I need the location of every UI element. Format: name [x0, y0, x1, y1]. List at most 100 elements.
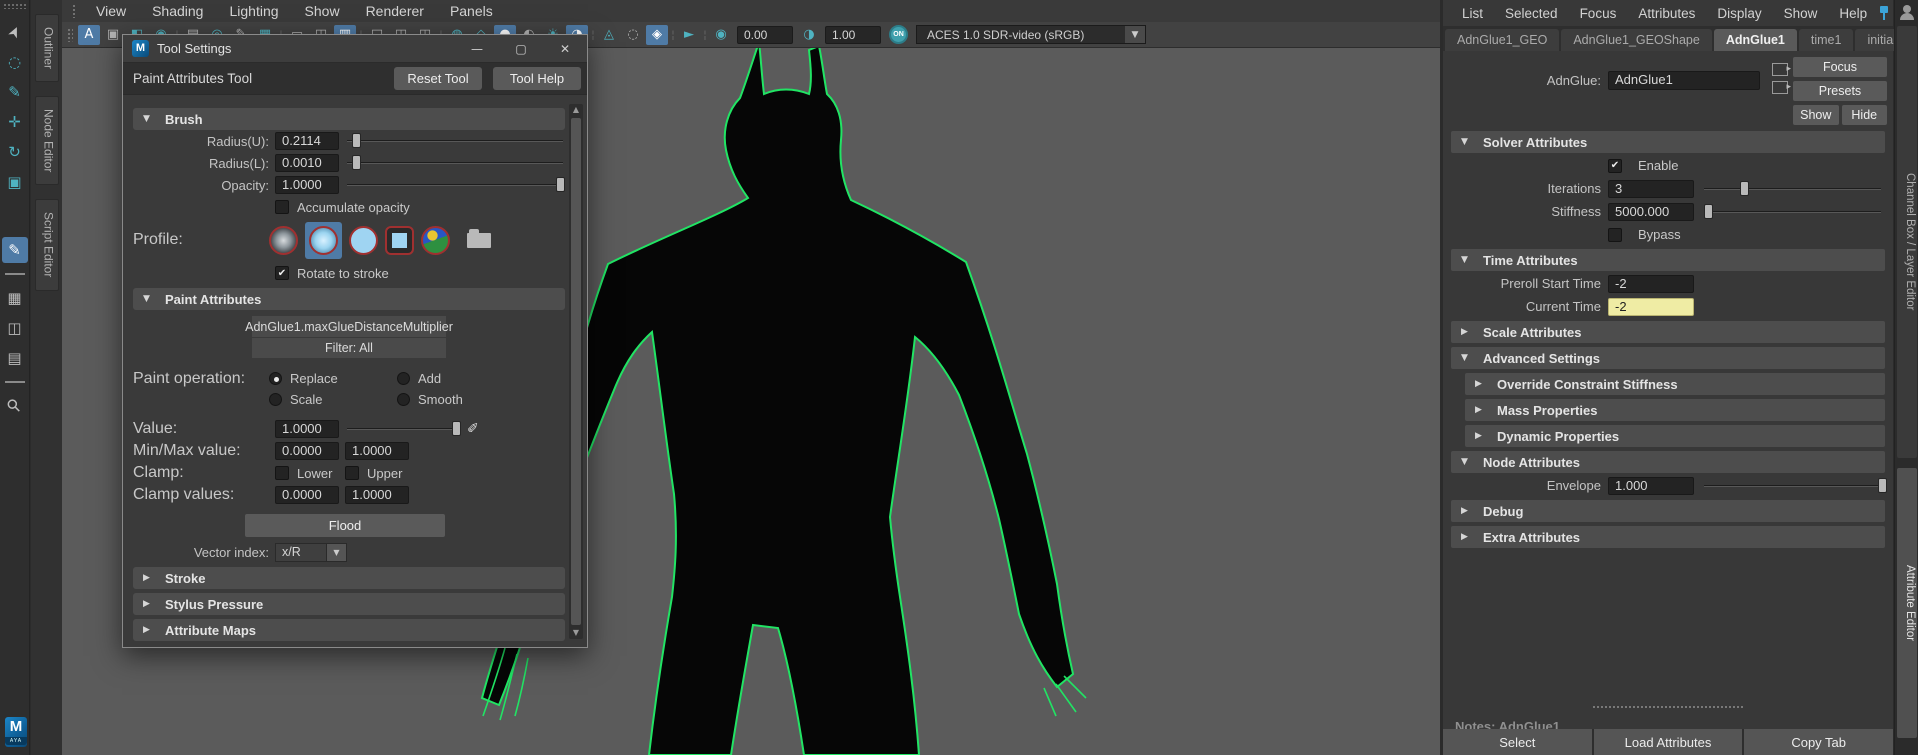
node-attributes-header[interactable]: ▼ Node Attributes: [1451, 451, 1885, 473]
close-button[interactable]: ✕: [543, 35, 587, 63]
preroll-start-time-field[interactable]: -2: [1608, 275, 1694, 293]
radius-l-slider[interactable]: [345, 154, 565, 172]
copy-tab-button[interactable]: Copy Tab: [1744, 729, 1893, 755]
toolbox-grip[interactable]: [3, 3, 27, 9]
panel-tab-node-editor[interactable]: Node Editor: [35, 96, 59, 185]
stiffness-field[interactable]: 5000.000: [1608, 203, 1694, 221]
paint-effects-icon[interactable]: ►: [678, 25, 700, 45]
select-button[interactable]: Select: [1443, 729, 1592, 755]
smooth-radio[interactable]: [397, 393, 410, 406]
radius-l-field[interactable]: 0.0010: [275, 154, 339, 172]
tab-adnglue1-geo[interactable]: AdnGlue1_GEO: [1445, 29, 1559, 51]
node-name-field[interactable]: AdnGlue1: [1608, 71, 1760, 90]
ae-menu-display[interactable]: Display: [1706, 6, 1772, 21]
opacity-field[interactable]: 1.0000: [275, 176, 339, 194]
scale-attributes-header[interactable]: ▶ Scale Attributes: [1451, 321, 1885, 343]
menu-renderer[interactable]: Renderer: [353, 3, 437, 19]
load-attributes-button[interactable]: Load Attributes: [1594, 729, 1743, 755]
ae-menu-selected[interactable]: Selected: [1494, 6, 1569, 21]
brush-section-header[interactable]: ▼ Brush: [133, 108, 565, 130]
hide-button[interactable]: Hide: [1842, 105, 1888, 125]
multisample-icon[interactable]: ◈: [646, 25, 668, 45]
layout-outliner-pane-icon[interactable]: ▤: [2, 345, 28, 371]
mass-properties-header[interactable]: ▶ Mass Properties: [1465, 399, 1885, 421]
override-constraint-stiffness-header[interactable]: ▶ Override Constraint Stiffness: [1465, 373, 1885, 395]
tool-settings-titlebar[interactable]: M Tool Settings — ▢ ✕: [123, 35, 587, 63]
lasso-select-tool-icon[interactable]: ◌: [2, 49, 28, 75]
replace-radio[interactable]: [269, 372, 282, 385]
paint-attribute-button[interactable]: AdnGlue1.maxGlueDistanceMultiplier: [252, 316, 446, 337]
menu-view[interactable]: View: [83, 3, 139, 19]
select-tool-icon[interactable]: ➤: [2, 19, 28, 45]
select-camera-icon[interactable]: A: [78, 25, 100, 45]
brush-profile-square-icon[interactable]: [385, 226, 414, 255]
gamma-icon[interactable]: ◑: [798, 25, 820, 45]
radius-u-slider[interactable]: [345, 132, 565, 150]
brush-profile-image-icon[interactable]: [421, 226, 450, 255]
clamp-max-field[interactable]: 1.0000: [345, 486, 409, 504]
menubar-grip[interactable]: [72, 4, 77, 18]
rotate-tool-icon[interactable]: ↻: [2, 139, 28, 165]
chevron-down-icon[interactable]: ▼: [327, 543, 347, 562]
flood-button[interactable]: Flood: [245, 514, 445, 537]
channel-box-tab[interactable]: Channel Box / Layer Editor: [1897, 26, 1917, 458]
opacity-slider[interactable]: [345, 176, 565, 194]
tool-help-button[interactable]: Tool Help: [493, 67, 581, 90]
pin-icon[interactable]: [1878, 5, 1879, 21]
value-field[interactable]: 1.0000: [275, 420, 339, 438]
shelf-grip[interactable]: [67, 28, 73, 42]
layout-four-pane-icon[interactable]: ▦: [2, 285, 28, 311]
reset-tool-button[interactable]: Reset Tool: [394, 67, 482, 90]
filter-button[interactable]: Filter: All: [252, 337, 446, 358]
menu-lighting[interactable]: Lighting: [216, 3, 291, 19]
chevron-down-icon[interactable]: ▼: [1125, 26, 1145, 43]
tab-time1[interactable]: time1: [1799, 29, 1854, 51]
panel-tab-script-editor[interactable]: Script Editor: [35, 199, 59, 290]
brush-profile-solid-icon[interactable]: [349, 226, 378, 255]
stroke-section-header[interactable]: ▶ Stroke: [133, 567, 565, 589]
iterations-field[interactable]: 3: [1608, 180, 1694, 198]
enable-checkbox[interactable]: ✔: [1608, 159, 1622, 173]
minimize-button[interactable]: —: [455, 35, 499, 63]
lock-camera-icon[interactable]: ▣: [102, 25, 124, 45]
min-value-field[interactable]: 0.0000: [275, 442, 339, 460]
user-account-icon[interactable]: [1899, 4, 1915, 20]
view-transform-dropdown[interactable]: ACES 1.0 SDR-video (sRGB) ▼: [916, 25, 1146, 44]
clamp-upper-checkbox[interactable]: [345, 466, 359, 480]
ae-menu-focus[interactable]: Focus: [1569, 6, 1628, 21]
layout-two-pane-icon[interactable]: ◫: [2, 315, 28, 341]
tool-settings-scrollbar[interactable]: ▲ ▼: [569, 104, 583, 639]
clamp-lower-checkbox[interactable]: [275, 466, 289, 480]
paint-attributes-section-header[interactable]: ▼ Paint Attributes: [133, 288, 565, 310]
advanced-settings-header[interactable]: ▼ Advanced Settings: [1451, 347, 1885, 369]
scale-tool-icon[interactable]: ▣: [2, 169, 28, 195]
rotate-to-stroke-checkbox[interactable]: ✔: [275, 266, 289, 280]
paint-select-tool-icon[interactable]: ✎: [2, 79, 28, 105]
vector-index-dropdown[interactable]: x/R ▼: [275, 543, 565, 562]
browse-profile-folder-icon[interactable]: [467, 233, 491, 248]
screen-space-ao-icon[interactable]: ◬: [598, 25, 620, 45]
exposure-icon[interactable]: ◉: [710, 25, 732, 45]
input-connections-icon[interactable]: [1772, 63, 1788, 76]
solver-attributes-header[interactable]: ▼ Solver Attributes: [1451, 131, 1885, 153]
bypass-checkbox[interactable]: [1608, 228, 1622, 242]
exposure-field[interactable]: 0.00: [737, 26, 793, 44]
scrollbar-thumb[interactable]: [571, 118, 581, 625]
motion-blur-icon[interactable]: ◌: [622, 25, 644, 45]
separator[interactable]: ¦: [589, 25, 597, 45]
focus-button[interactable]: Focus: [1793, 57, 1887, 77]
scroll-down-icon[interactable]: ▼: [569, 627, 583, 639]
separator[interactable]: ¦: [669, 25, 677, 45]
panel-tab-outliner[interactable]: Outliner: [35, 14, 59, 82]
value-slider[interactable]: [345, 420, 461, 438]
tab-adnglue1[interactable]: AdnGlue1: [1714, 29, 1797, 51]
menu-shading[interactable]: Shading: [139, 3, 216, 19]
ae-menu-list[interactable]: List: [1451, 6, 1494, 21]
attribute-editor-tab[interactable]: Attribute Editor: [1897, 468, 1917, 738]
add-radio[interactable]: [397, 372, 410, 385]
show-button[interactable]: Show: [1793, 105, 1839, 125]
brush-profile-soft-icon[interactable]: [309, 226, 338, 255]
output-connections-icon[interactable]: [1772, 81, 1788, 94]
iterations-slider[interactable]: [1702, 180, 1883, 198]
clamp-min-field[interactable]: 0.0000: [275, 486, 339, 504]
